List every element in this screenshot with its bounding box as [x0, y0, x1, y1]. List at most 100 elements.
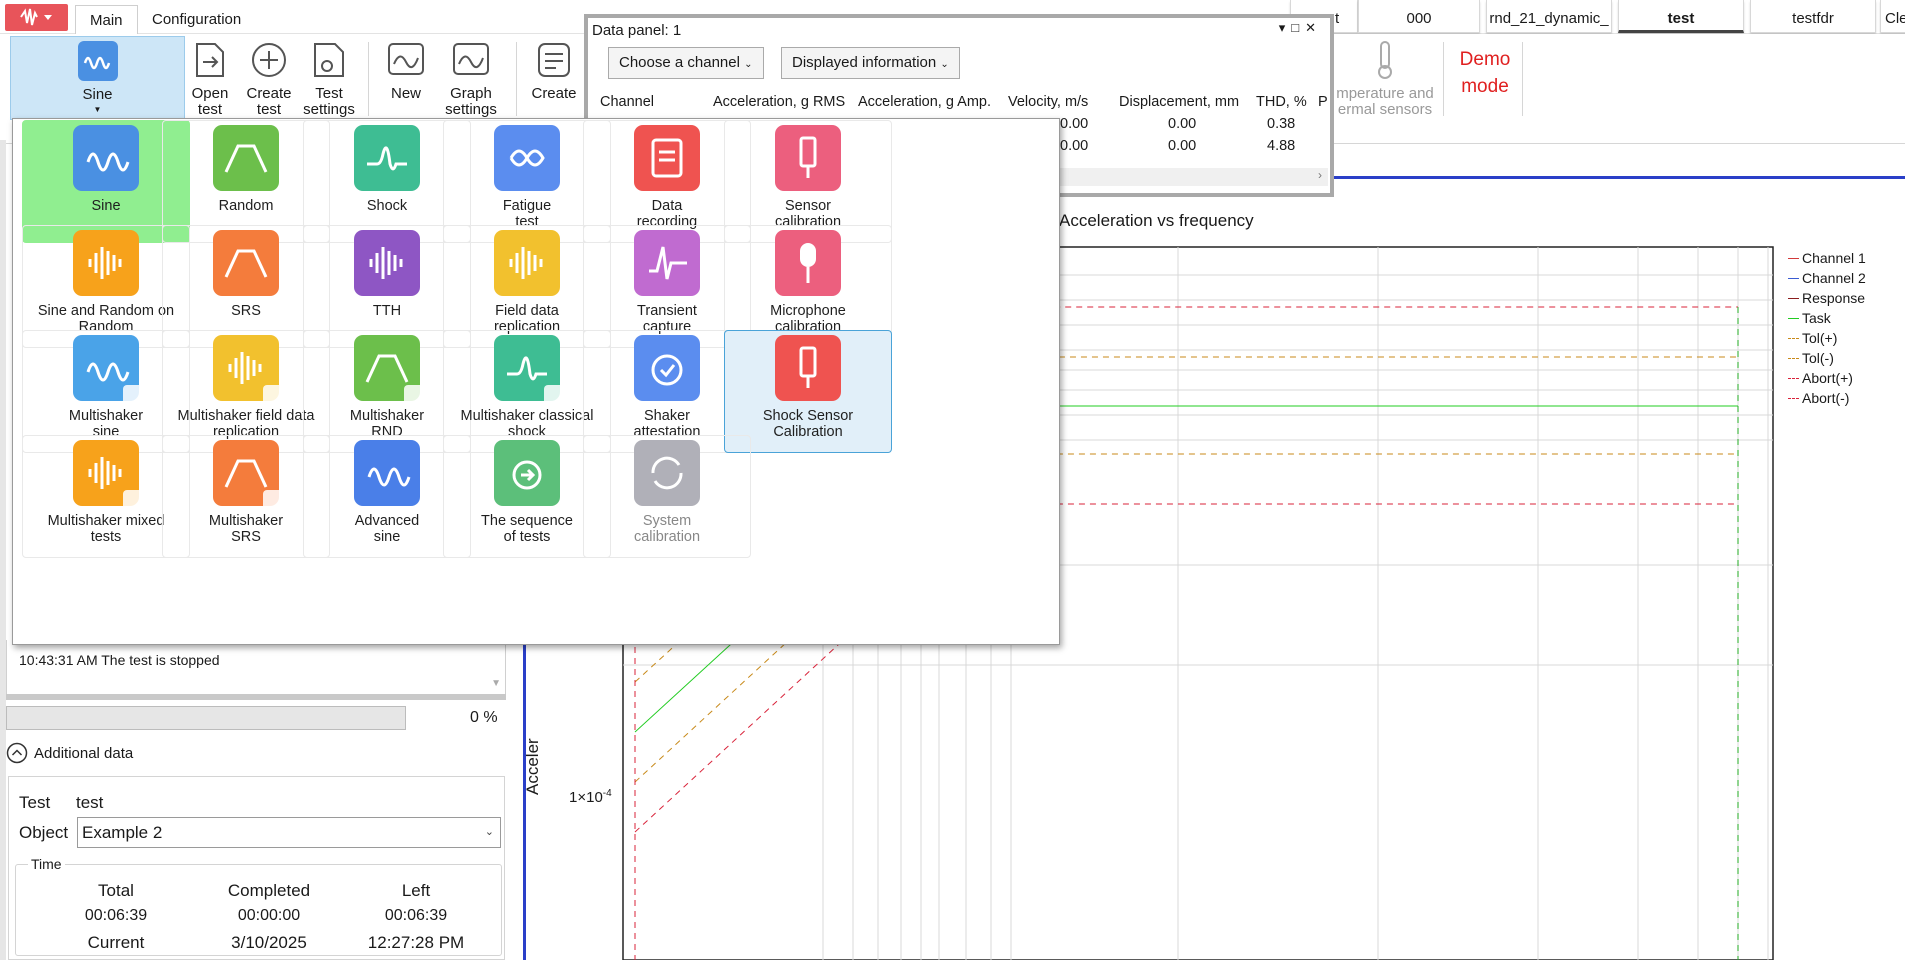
legend-swatch	[1788, 297, 1799, 299]
legend-item[interactable]: Task	[1788, 310, 1831, 326]
test-info-group: Test test Object Example 2 ⌄ Time Total …	[8, 776, 505, 960]
sine-mode-button[interactable]: Sine ▼	[10, 36, 185, 120]
legend-label: Response	[1802, 290, 1866, 306]
displayed-information-dropdown[interactable]: Displayed information ⌄	[781, 47, 960, 79]
test-type-gallery: Sine Random Shock Fatigue test Data recordin…	[12, 118, 1060, 645]
col-thd: THD, %	[1256, 94, 1307, 110]
legend-swatch	[1788, 397, 1799, 399]
choose-channel-label: Choose a channel	[619, 54, 740, 71]
legend-label: Channel 2	[1802, 270, 1866, 286]
additional-data-toggle[interactable]: Additional data	[6, 742, 133, 764]
new-graph-button[interactable]: New	[382, 36, 430, 102]
new-label: New	[390, 85, 421, 102]
create-test-button[interactable]: Create test	[245, 36, 293, 118]
ribbon-separator	[368, 42, 369, 116]
legend-label: Tol(+)	[1802, 330, 1838, 346]
scroll-down-icon[interactable]: ▼	[491, 678, 501, 689]
time-label: Time	[28, 856, 65, 872]
session-tab-active[interactable]: test	[1618, 0, 1744, 33]
open-test-label: Open test	[191, 85, 229, 118]
horizontal-scrollbar[interactable]: ›	[1048, 168, 1328, 186]
session-tab[interactable]: Clea	[1880, 0, 1905, 33]
demo-mode-label: Demo mode	[1459, 49, 1511, 97]
object-label: Object	[19, 823, 69, 842]
multishaker-badge-icon	[404, 385, 424, 405]
session-tab[interactable]: testfdr	[1750, 0, 1876, 33]
tab-configuration[interactable]: Configuration	[138, 5, 255, 34]
legend-swatch	[1788, 277, 1799, 279]
microphone-icon	[775, 230, 841, 296]
sine-icon	[77, 41, 118, 81]
create-report-button[interactable]: Create	[528, 36, 580, 102]
fatigue-icon	[494, 125, 560, 191]
scroll-right-icon[interactable]: ›	[1318, 168, 1322, 182]
ribbon-separator	[516, 42, 517, 116]
current-label: Current	[87, 933, 145, 952]
test-label: Test	[19, 793, 51, 812]
tile-label: System calibration	[633, 513, 701, 545]
close-icon[interactable]: ✕	[1305, 20, 1322, 35]
dropdown-icon[interactable]: ▾	[1279, 20, 1292, 35]
col-acc-amp: Acceleration, g Amp.	[858, 94, 991, 110]
legend-label: Abort(+)	[1802, 370, 1853, 386]
legend-item[interactable]: Channel 1	[1788, 250, 1866, 266]
test-settings-label: Test settings	[303, 85, 355, 118]
legend-item[interactable]: Tol(-)	[1788, 350, 1834, 366]
tile-label: Shock Sensor Calibration	[762, 408, 854, 440]
displayed-information-label: Displayed information	[792, 54, 937, 71]
left-time: 00:06:39	[384, 907, 448, 924]
choose-channel-dropdown[interactable]: Choose a channel ⌄	[608, 47, 764, 79]
session-tab[interactable]: 000	[1358, 0, 1480, 33]
legend-swatch	[1788, 377, 1799, 379]
legend-label: Tol(-)	[1802, 350, 1834, 366]
tab-main[interactable]: Main	[75, 5, 138, 34]
multishaker-shock-icon	[494, 335, 564, 405]
log-scrollbar[interactable]	[6, 694, 506, 700]
legend-swatch	[1788, 257, 1799, 259]
graph-settings-icon	[453, 43, 489, 75]
maximize-icon[interactable]: □	[1291, 20, 1305, 35]
graph-settings-button[interactable]: Graph settings	[440, 36, 502, 118]
tile-system-calibration[interactable]: System calibration	[583, 435, 751, 558]
legend-item[interactable]: Tol(+)	[1788, 330, 1837, 346]
legend-item[interactable]: Abort(-)	[1788, 390, 1849, 406]
session-tab[interactable]: rnd_21_dynamic_	[1486, 0, 1612, 33]
multishaker-field-icon	[213, 335, 283, 405]
window-controls[interactable]: ▾□✕	[1279, 20, 1322, 36]
sine-wave-icon	[73, 125, 139, 191]
shock-sensor-icon	[775, 335, 841, 401]
test-settings-button[interactable]: Test settings	[302, 36, 356, 118]
test-value: test	[76, 793, 104, 812]
chevron-down-icon: ⌄	[940, 59, 949, 70]
srs-icon	[213, 230, 279, 296]
legend-swatch	[1788, 357, 1799, 359]
chevron-down-icon: ⌄	[744, 59, 753, 70]
document-icon	[634, 125, 700, 191]
legend-item[interactable]: Abort(+)	[1788, 370, 1853, 386]
object-select[interactable]: Example 2 ⌄	[77, 817, 501, 848]
legend-label: Abort(-)	[1802, 390, 1850, 406]
system-calibration-icon	[634, 440, 700, 506]
settings-document-icon	[314, 43, 344, 77]
open-test-button[interactable]: Open test	[188, 36, 232, 118]
multishaker-srs-icon	[213, 440, 283, 510]
tile-shock-sensor[interactable]: Shock Sensor Calibration	[724, 330, 892, 453]
legend-swatch	[1788, 337, 1799, 339]
total-header: Total	[98, 881, 134, 900]
data-panel-title: Data panel: 1	[592, 22, 682, 39]
temperature-sensors-button[interactable]: mperature and ermal sensors	[1330, 36, 1440, 118]
app-menu-button[interactable]	[5, 4, 68, 31]
sensor-icon	[775, 125, 841, 191]
trapezoid-icon	[213, 125, 279, 191]
plus-circle-icon	[252, 43, 286, 77]
log-entry: 10:43:31 AM The test is stopped	[19, 652, 220, 668]
field-data-icon	[494, 230, 560, 296]
transient-icon	[634, 230, 700, 296]
app-logo-icon	[19, 8, 52, 26]
sine-random-icon	[73, 230, 139, 296]
multishaker-badge-icon	[263, 385, 283, 405]
col-p: P	[1318, 94, 1328, 110]
legend-item[interactable]: Response	[1788, 290, 1865, 306]
legend-item[interactable]: Channel 2	[1788, 270, 1866, 286]
legend-label: Task	[1802, 310, 1831, 326]
